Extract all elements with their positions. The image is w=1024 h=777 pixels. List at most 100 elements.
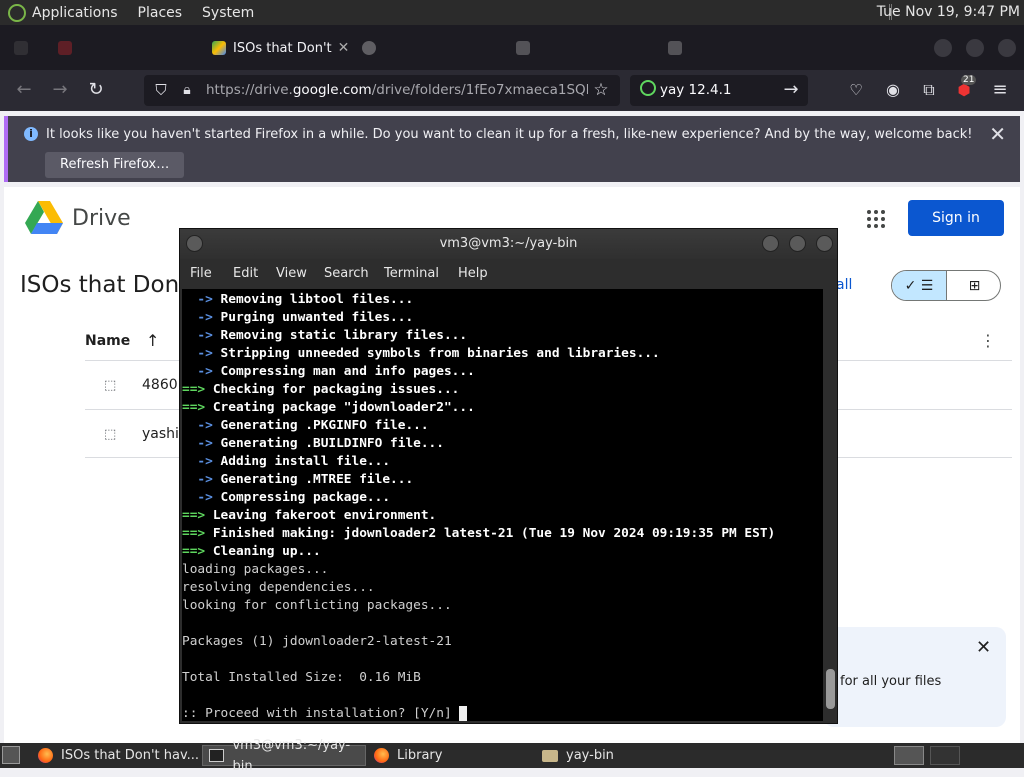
close-icon[interactable]: ✕ bbox=[338, 40, 350, 56]
grid-view-button[interactable]: ⊞ bbox=[947, 271, 1000, 300]
more-options-icon[interactable]: ⋮ bbox=[980, 331, 996, 350]
line-text: Total Installed Size: 0.16 MiB bbox=[182, 670, 421, 685]
terminal-line: -> Purging unwanted files... bbox=[182, 309, 823, 327]
terminal-scrollbar[interactable] bbox=[824, 289, 837, 721]
sign-in-button[interactable]: Sign in bbox=[908, 200, 1004, 236]
tab-library-2[interactable] bbox=[668, 35, 689, 61]
close-icon[interactable]: ✕ bbox=[976, 637, 991, 658]
task-firefox-drive[interactable]: ISOs that Don't hav... bbox=[32, 745, 200, 766]
google-apps-icon[interactable] bbox=[866, 209, 886, 229]
maximize-button[interactable] bbox=[789, 235, 806, 252]
info-icon: i bbox=[24, 127, 38, 141]
promo-card: ✕ for all your files bbox=[824, 627, 1006, 727]
menu-edit[interactable]: Edit bbox=[233, 266, 258, 281]
drive-brand[interactable]: Drive bbox=[72, 206, 131, 231]
line-text: Checking for packaging issues... bbox=[205, 382, 460, 397]
line-text: Generating .BUILDINFO file... bbox=[212, 436, 444, 451]
search-input[interactable]: yay 12.4.1 bbox=[660, 82, 731, 98]
terminal-line: -> Adding install file... bbox=[182, 453, 823, 471]
line-prefix: ==> bbox=[182, 544, 206, 559]
applications-icon[interactable] bbox=[8, 3, 26, 22]
navigation-bar: ← → ↻ ⛉ 🔒︎ https://drive.google.com/driv… bbox=[0, 70, 1024, 111]
go-arrow-icon[interactable]: → bbox=[780, 79, 802, 101]
line-prefix: -> bbox=[182, 418, 213, 433]
tab-drive[interactable]: ISOs that Don't ✕ bbox=[212, 35, 349, 61]
github-icon bbox=[362, 41, 376, 55]
menu-view[interactable]: View bbox=[276, 266, 307, 281]
line-text: Stripping unneeded symbols from binaries… bbox=[212, 346, 660, 361]
pocket-icon[interactable]: ♡ bbox=[845, 79, 867, 101]
url-bar[interactable]: ⛉ 🔒︎ https://drive.google.com/drive/fold… bbox=[144, 75, 620, 106]
minimize-button[interactable] bbox=[762, 235, 779, 252]
line-prefix: ==> bbox=[182, 382, 206, 397]
bookmark-star-icon[interactable]: ☆ bbox=[590, 79, 612, 101]
lock-icon[interactable]: 🔒︎ bbox=[176, 79, 198, 101]
list-view-button[interactable]: ✓ ☰ bbox=[892, 271, 947, 300]
line-text: Purging unwanted files... bbox=[212, 310, 414, 325]
clock[interactable]: Tue Nov 19, 9:47 PM bbox=[877, 4, 1020, 20]
task-label: yay-bin bbox=[566, 748, 614, 763]
terminal-window: vm3@vm3:~/yay-bin File Edit View Search … bbox=[179, 228, 838, 724]
forward-icon[interactable]: → bbox=[49, 79, 71, 101]
extensions-icon[interactable]: ⧉ bbox=[918, 79, 940, 101]
tab-overflow[interactable] bbox=[14, 35, 35, 61]
close-icon[interactable]: ✕ bbox=[989, 122, 1006, 146]
maximize-button[interactable] bbox=[966, 39, 984, 57]
terminal-line: -> Generating .MTREE file... bbox=[182, 471, 823, 489]
menu-terminal[interactable]: Terminal bbox=[384, 266, 439, 281]
terminal-line: ==> Cleaning up... bbox=[182, 543, 823, 561]
menu-hamburger-icon[interactable]: ≡ bbox=[989, 79, 1011, 101]
tab-github[interactable] bbox=[362, 35, 383, 61]
line-text: Packages (1) jdownloader2-latest-21 bbox=[182, 634, 452, 649]
line-text: Compressing man and info pages... bbox=[212, 364, 475, 379]
back-icon[interactable]: ← bbox=[13, 79, 35, 101]
workspace-2[interactable] bbox=[930, 746, 960, 765]
show-desktop-button[interactable] bbox=[2, 746, 20, 764]
search-bar[interactable]: yay 12.4.1 → bbox=[630, 75, 808, 106]
terminal-output[interactable]: -> Removing libtool files... -> Purging … bbox=[182, 289, 823, 721]
reload-icon[interactable]: ↻ bbox=[85, 79, 107, 101]
account-icon[interactable]: ◉ bbox=[882, 79, 904, 101]
line-text: resolving dependencies... bbox=[182, 580, 375, 595]
menu-search[interactable]: Search bbox=[324, 266, 369, 281]
terminal-line: Total Installed Size: 0.16 MiB bbox=[182, 669, 823, 687]
column-header-name[interactable]: Name bbox=[85, 333, 130, 349]
refresh-firefox-button[interactable]: Refresh Firefox… bbox=[45, 152, 185, 178]
menu-file[interactable]: File bbox=[190, 266, 212, 281]
file-icon: ⬚ bbox=[104, 378, 117, 393]
promo-text: for all your files bbox=[840, 674, 942, 689]
terminal-line: ==> Checking for packaging issues... bbox=[182, 381, 823, 399]
window-close-button[interactable] bbox=[816, 235, 833, 252]
tab-library-1[interactable] bbox=[516, 35, 537, 61]
menu-help[interactable]: Help bbox=[458, 266, 488, 281]
terminal-line: -> Generating .PKGINFO file... bbox=[182, 417, 823, 435]
workspace-1[interactable] bbox=[894, 746, 924, 765]
window-close-button[interactable] bbox=[998, 39, 1016, 57]
task-files[interactable]: yay-bin bbox=[536, 745, 702, 766]
menu-applications[interactable]: Applications bbox=[32, 5, 118, 21]
folder-title: ISOs that Don't bbox=[20, 272, 180, 298]
tab-mega[interactable] bbox=[58, 35, 79, 61]
window-menu-button[interactable] bbox=[186, 235, 203, 252]
terminal-titlebar[interactable]: vm3@vm3:~/yay-bin bbox=[180, 229, 837, 259]
url-text[interactable]: https://drive.google.com/drive/folders/1… bbox=[206, 82, 588, 98]
folder-link[interactable]: all bbox=[836, 277, 852, 293]
search-engine-icon bbox=[640, 80, 656, 96]
archive-icon bbox=[668, 41, 682, 55]
shield-icon[interactable]: ⛉ bbox=[150, 79, 172, 101]
sort-arrow-icon[interactable]: ↑ bbox=[146, 331, 159, 350]
minimize-button[interactable] bbox=[934, 39, 952, 57]
line-prefix: ==> bbox=[182, 526, 206, 541]
file-row[interactable]: ⬚ 4860. bbox=[104, 377, 182, 393]
prompt-text: :: Proceed with installation? [Y/n] bbox=[182, 706, 460, 721]
scrollbar-thumb[interactable] bbox=[826, 669, 835, 709]
menu-places[interactable]: Places bbox=[138, 5, 183, 21]
terminal-prompt-line[interactable]: :: Proceed with installation? [Y/n] bbox=[182, 705, 823, 721]
task-firefox-library[interactable]: Library bbox=[368, 745, 534, 766]
task-terminal[interactable]: vm3@vm3:~/yay-bin bbox=[202, 738, 366, 774]
tab-icon bbox=[14, 41, 28, 55]
file-row[interactable]: ⬚ yashir bbox=[104, 426, 185, 442]
menu-system[interactable]: System bbox=[202, 5, 254, 21]
folder-icon bbox=[542, 749, 558, 762]
